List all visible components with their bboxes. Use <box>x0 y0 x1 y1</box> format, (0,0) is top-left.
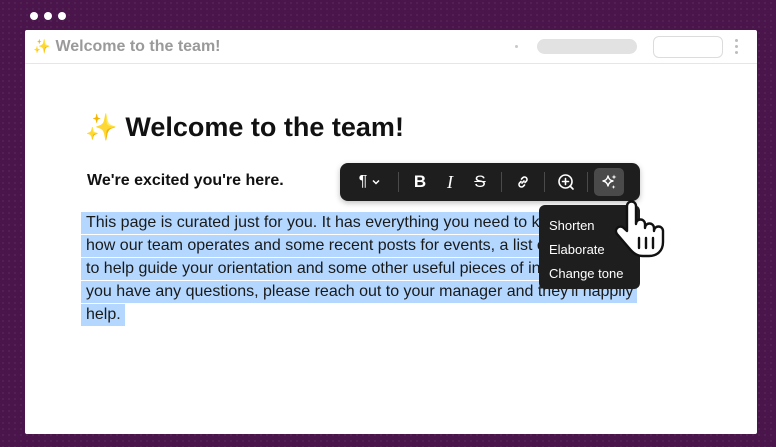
add-comment-button[interactable] <box>551 168 581 196</box>
link-button[interactable] <box>508 168 538 196</box>
paragraph-style-button[interactable]: ¶ <box>348 168 392 196</box>
window-dot <box>44 12 52 20</box>
share-button[interactable] <box>653 36 723 58</box>
subheading[interactable]: We're excited you're here. <box>87 172 284 190</box>
sparkle-icon: ✨ <box>85 112 118 142</box>
formatting-toolbar: ¶ B I S <box>340 163 640 201</box>
window-dot <box>30 12 38 20</box>
app-window: ✨ Welcome to the team! ✨ Welcome to the … <box>25 30 757 434</box>
comment-plus-icon <box>558 174 574 190</box>
title-bar: ✨ Welcome to the team! <box>25 30 757 64</box>
window-controls <box>30 12 66 20</box>
menu-item-change-tone[interactable]: Change tone <box>549 263 640 287</box>
sparkle-icon: ✨ <box>33 38 51 54</box>
toolbar-divider <box>587 172 588 192</box>
strikethrough-icon: S <box>474 172 486 191</box>
status-dot <box>515 45 518 48</box>
avatars-placeholder[interactable] <box>537 39 637 54</box>
page-heading: ✨ Welcome to the team! <box>85 112 404 143</box>
bold-icon: B <box>413 172 427 191</box>
strikethrough-button[interactable]: S <box>465 168 495 196</box>
link-icon <box>518 176 528 188</box>
italic-icon: I <box>447 171 453 192</box>
page-title[interactable]: Welcome to the team! <box>125 112 404 143</box>
toolbar-divider <box>398 172 399 192</box>
toolbar-divider <box>501 172 502 192</box>
italic-button[interactable]: I <box>435 168 465 196</box>
tab-title: Welcome to the team! <box>55 37 221 55</box>
pilcrow-icon: ¶ <box>358 173 368 190</box>
sparkle-icon <box>602 174 617 189</box>
hand-cursor-icon <box>614 200 665 258</box>
ai-assist-button[interactable] <box>594 168 624 196</box>
bold-button[interactable]: B <box>405 168 435 196</box>
window-dot <box>58 12 66 20</box>
chevron-down-icon <box>372 179 380 185</box>
toolbar-divider <box>544 172 545 192</box>
more-options-icon[interactable] <box>735 39 738 54</box>
